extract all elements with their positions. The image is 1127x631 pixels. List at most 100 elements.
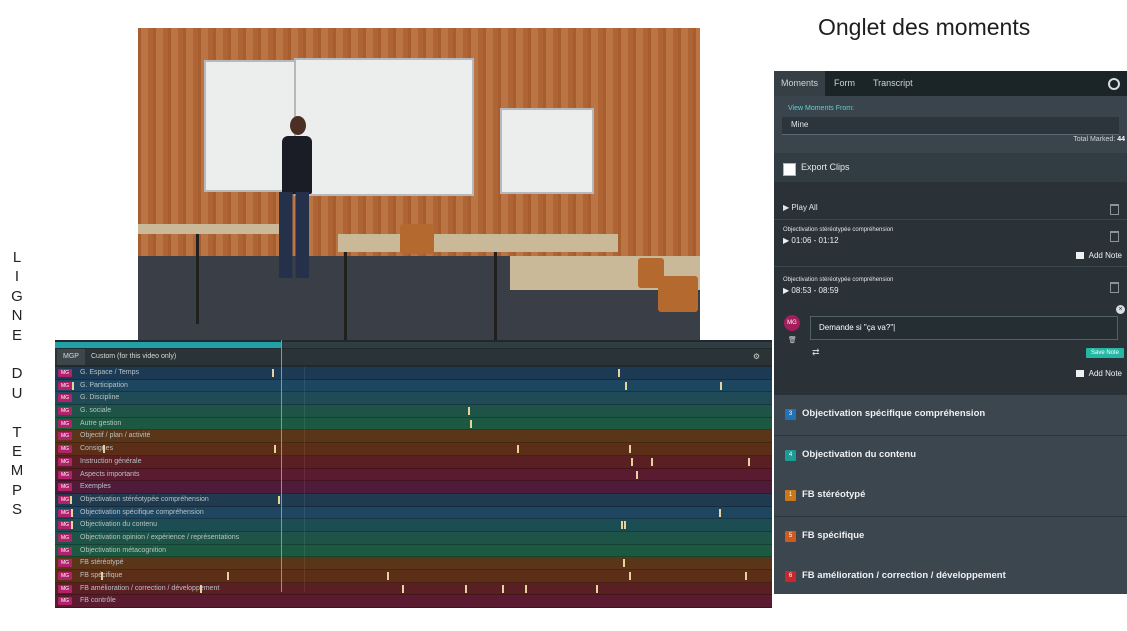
moment-marker[interactable]: [278, 495, 280, 504]
timeline-playhead[interactable]: [281, 340, 282, 592]
moment-category[interactable]: 6 FB amélioration / correction / développ…: [774, 557, 1127, 594]
add-note-button[interactable]: Add Note: [1075, 369, 1122, 378]
timeline-progress-fill: [55, 342, 282, 348]
timeline-row-label: Objectif / plan / activité: [80, 432, 151, 440]
trash-icon[interactable]: 🗑: [788, 336, 797, 344]
chair: [400, 224, 434, 254]
timeline-row[interactable]: MG Objectivation du contenu: [55, 519, 772, 532]
timeline-row[interactable]: MG Autre gestion: [55, 417, 772, 431]
moment-marker[interactable]: [387, 572, 389, 580]
refresh-icon[interactable]: [1108, 78, 1120, 90]
moment-category[interactable]: 3 Objectivation spécifique compréhension: [774, 395, 1127, 436]
moment-time[interactable]: ▶ 01:06 - 01:12: [783, 236, 839, 245]
moment-marker[interactable]: [71, 521, 73, 530]
moment-marker[interactable]: [200, 584, 202, 593]
moment-category[interactable]: 1 FB stéréotypé: [774, 476, 1127, 517]
timeline-row[interactable]: MG Objectif / plan / activité: [55, 430, 772, 444]
play-all-button[interactable]: ▶ Play All: [783, 203, 818, 212]
moment-marker[interactable]: [748, 457, 750, 466]
moment-marker[interactable]: [596, 584, 598, 593]
moment-marker[interactable]: [745, 572, 747, 580]
moment-marker[interactable]: [103, 445, 105, 454]
repeat-icon[interactable]: ⇄: [812, 347, 820, 358]
timeline-row[interactable]: MG Objectivation spécifique compréhension: [55, 506, 772, 520]
close-icon[interactable]: ×: [1116, 305, 1125, 314]
timeline-row[interactable]: MG FB contrôle: [55, 595, 772, 609]
moment-marker[interactable]: [502, 584, 504, 593]
timeline-row[interactable]: MG Objectivation stéréotypée compréhensio…: [55, 493, 772, 507]
timeline-row-label: Exemples: [80, 483, 111, 491]
tab-moments[interactable]: Moments: [774, 71, 825, 96]
timeline-progress-bar[interactable]: [55, 342, 772, 348]
note-input[interactable]: Demande si "ça va?"|: [810, 316, 1118, 340]
moment-marker[interactable]: [71, 508, 73, 517]
vertical-label-letter: P: [11, 481, 22, 499]
teacher-figure: [279, 192, 309, 278]
moments-tabs: Moments Form Transcript: [774, 71, 1127, 96]
tab-custom[interactable]: Custom (for this video only): [85, 349, 182, 365]
desk: [138, 224, 288, 234]
moment-category[interactable]: 5 FB spécifique: [774, 516, 1127, 558]
category-badge: MG: [58, 369, 72, 377]
add-note-button[interactable]: Add Note: [1075, 251, 1122, 260]
save-note-button[interactable]: Save Note: [1086, 348, 1124, 358]
timeline-row[interactable]: MG Instruction générale: [55, 455, 772, 469]
category-label: FB stéréotypé: [802, 489, 866, 500]
moment-marker[interactable]: [525, 584, 527, 593]
moment-marker[interactable]: [101, 572, 103, 580]
moment-marker[interactable]: [72, 381, 74, 390]
tab-transcript[interactable]: Transcript: [873, 71, 913, 96]
moment-marker[interactable]: [629, 572, 631, 580]
moment-marker[interactable]: [70, 495, 72, 504]
timeline-row[interactable]: MG Consignes: [55, 443, 772, 456]
tab-mgp[interactable]: MGP: [57, 349, 85, 365]
timeline-row[interactable]: MG G. Participation: [55, 379, 772, 393]
timeline-row[interactable]: MG Objectivation métacognition: [55, 544, 772, 558]
timeline-row[interactable]: MG G. Discipline: [55, 392, 772, 406]
moment-marker[interactable]: [621, 521, 623, 530]
moment-marker[interactable]: [719, 508, 721, 517]
moment-marker[interactable]: [468, 407, 470, 416]
moment-marker[interactable]: [624, 521, 626, 530]
moment-marker[interactable]: [274, 445, 276, 454]
moment-marker[interactable]: [651, 457, 653, 466]
moment-marker[interactable]: [629, 445, 631, 454]
moment-marker[interactable]: [465, 584, 467, 593]
view-moments-value: Mine: [791, 120, 809, 129]
timeline-row-label: Objectivation opinion / expérience / rep…: [80, 533, 240, 541]
trash-icon[interactable]: [1110, 231, 1119, 242]
timeline-row[interactable]: MG FB amélioration / correction / dévelop…: [55, 582, 772, 596]
timeline-row[interactable]: MG G. Espace / Temps: [55, 367, 772, 380]
video-player[interactable]: [138, 28, 700, 340]
timeline-tabs: MGP Custom (for this video only) ⚙: [55, 349, 772, 365]
trash-icon[interactable]: [1110, 282, 1119, 293]
moment-marker[interactable]: [272, 369, 274, 377]
timeline-row[interactable]: MG G. sociale: [55, 405, 772, 418]
timeline-row[interactable]: MG Objectivation opinion / expérience / r…: [55, 531, 772, 545]
moment-category[interactable]: 4 Objectivation du contenu: [774, 435, 1127, 477]
moment-marker[interactable]: [618, 369, 620, 377]
timeline-row[interactable]: MG FB spécifique: [55, 570, 772, 583]
timeline-row[interactable]: MG Exemples: [55, 481, 772, 494]
export-clips-checkbox[interactable]: [783, 163, 796, 176]
moment-marker[interactable]: [623, 559, 625, 568]
timeline-row[interactable]: MG FB stéréotypé: [55, 557, 772, 570]
vertical-label-letter: [9, 403, 25, 422]
moment-marker[interactable]: [636, 470, 638, 479]
settings-icon[interactable]: ⚙: [753, 352, 760, 361]
timeline-row[interactable]: MG Aspects importants: [55, 468, 772, 482]
moment-marker[interactable]: [625, 381, 627, 390]
moment-marker[interactable]: [517, 445, 519, 454]
chair: [658, 276, 698, 312]
moment-time[interactable]: ▶ 08:53 - 08:59: [783, 286, 839, 295]
trash-icon[interactable]: [1110, 204, 1119, 215]
moment-marker[interactable]: [720, 381, 722, 390]
moment-marker[interactable]: [631, 457, 633, 466]
category-badge: MG: [58, 470, 72, 479]
moment-marker[interactable]: [227, 572, 229, 580]
moment-marker[interactable]: [470, 419, 472, 428]
view-moments-select[interactable]: Mine: [782, 117, 1119, 135]
category-badge: MG: [58, 533, 72, 542]
tab-form[interactable]: Form: [834, 71, 855, 96]
moment-marker[interactable]: [402, 584, 404, 593]
